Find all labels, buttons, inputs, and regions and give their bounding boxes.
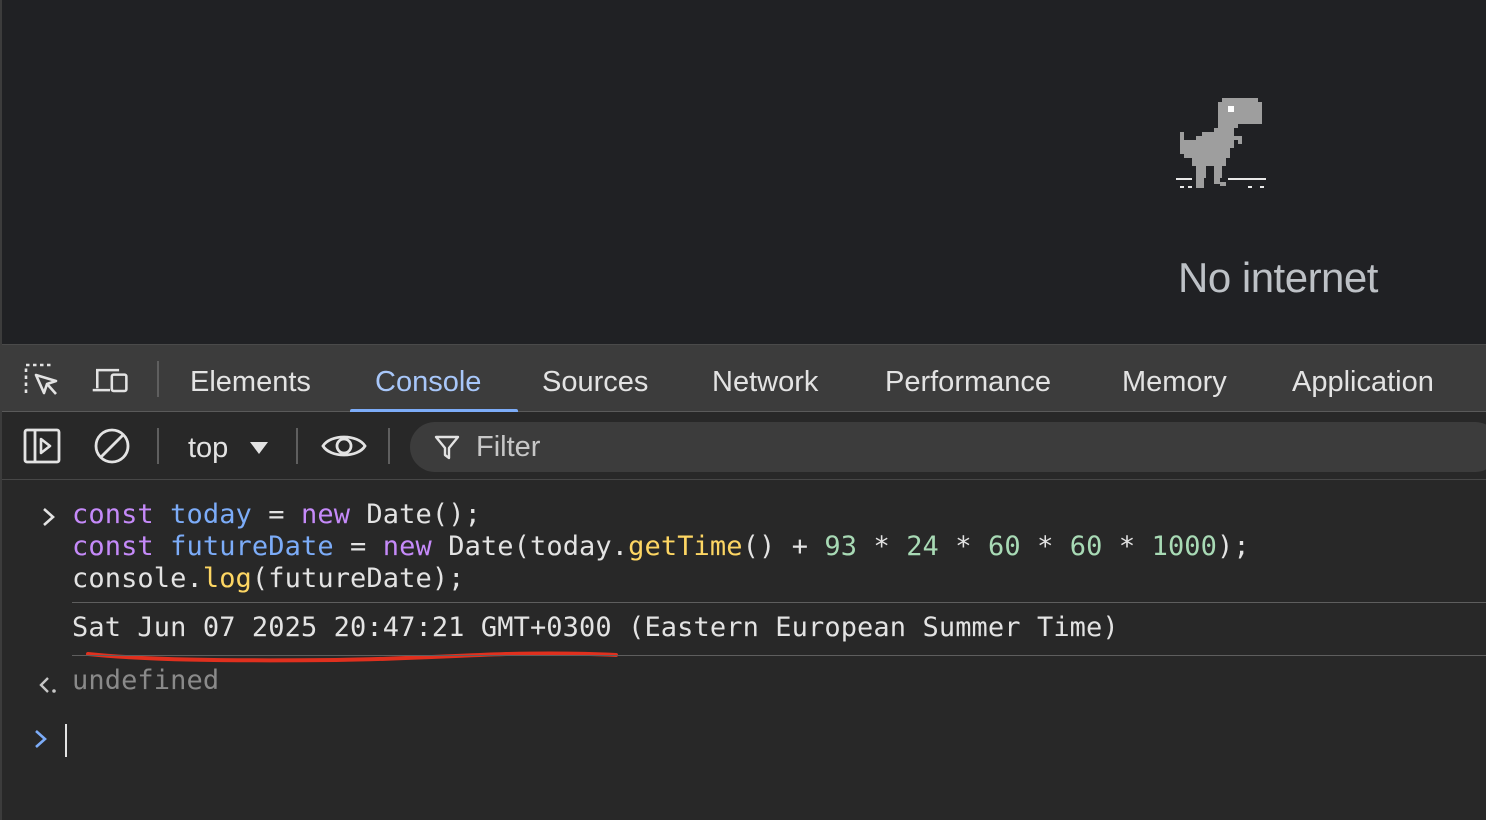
code-token: * (938, 531, 988, 562)
number-token: 60 (988, 531, 1021, 562)
toolbar-divider (296, 428, 298, 464)
tab-memory[interactable]: Memory (1122, 345, 1227, 413)
console-prompt-input[interactable] (65, 724, 67, 757)
return-value-icon (39, 677, 56, 693)
clear-console-icon[interactable] (92, 426, 132, 466)
tab-elements[interactable]: Elements (190, 345, 311, 413)
console-toolbar: top (2, 412, 1486, 480)
keyword-token: new (301, 499, 351, 530)
dino-icon[interactable] (1176, 98, 1266, 192)
toolbar-divider (388, 428, 390, 464)
console-input-line: const today = new Date(); (72, 499, 481, 530)
devtools-tab-bar: Elements Console Sources Network Perform… (2, 344, 1486, 413)
code-token: console. (72, 563, 203, 594)
inspect-element-icon[interactable] (22, 361, 62, 401)
code-token: = (251, 499, 301, 530)
code-token: Date(today. (431, 531, 629, 562)
chevron-right-icon (43, 508, 55, 526)
message-divider (72, 602, 1486, 603)
variable-token: today (170, 499, 252, 530)
number-token: 24 (906, 531, 939, 562)
console-input-line: console.log(futureDate); (72, 563, 465, 594)
toolbar-divider (157, 428, 159, 464)
code-token: Date(); (350, 499, 481, 530)
number-token: 93 (824, 531, 858, 562)
device-toolbar-icon[interactable] (90, 361, 130, 401)
console-input-line: const futureDate = new Date(today.getTim… (72, 531, 1250, 562)
tab-console[interactable]: Console (375, 345, 481, 413)
tab-network[interactable]: Network (712, 345, 818, 413)
tab-sources[interactable]: Sources (542, 345, 648, 413)
filter-input[interactable] (476, 422, 1076, 472)
chevron-down-icon[interactable] (250, 442, 268, 454)
page-viewport: No internet (2, 0, 1486, 344)
keyword-token: new (382, 531, 432, 562)
number-token: 60 (1069, 531, 1103, 562)
no-internet-message: No internet (1178, 254, 1378, 301)
function-token: log (202, 563, 252, 594)
code-token: * (857, 531, 907, 562)
code-token: (futureDate); (251, 563, 465, 594)
code-token: * (1020, 531, 1070, 562)
message-divider (72, 655, 1486, 656)
toolbar-divider (157, 361, 159, 397)
code-token: ); (1217, 531, 1250, 562)
filter-box[interactable] (410, 422, 1486, 472)
tab-performance[interactable]: Performance (885, 345, 1051, 413)
keyword-token: const (72, 499, 154, 530)
code-token: = (333, 531, 383, 562)
function-token: getTime (628, 531, 743, 562)
eye-icon[interactable] (320, 426, 368, 466)
return-value: undefined (72, 665, 220, 696)
console-log-output[interactable]: Sat Jun 07 2025 20:47:21 GMT+0300 (Easte… (72, 612, 1119, 643)
red-annotation-underline (86, 651, 618, 663)
context-selector[interactable]: top (188, 412, 228, 480)
keyword-token: const (72, 531, 154, 562)
browser-window: No internet Elements Console Sources Net… (0, 0, 1486, 820)
chevron-right-icon (35, 730, 47, 748)
tab-application[interactable]: Application (1292, 345, 1434, 413)
filter-icon (434, 435, 460, 460)
code-token: * (1102, 531, 1152, 562)
sidebar-toggle-icon[interactable] (22, 426, 62, 466)
variable-token: futureDate (170, 531, 334, 562)
number-token: 1000 (1151, 531, 1218, 562)
code-token: () + (742, 531, 825, 562)
